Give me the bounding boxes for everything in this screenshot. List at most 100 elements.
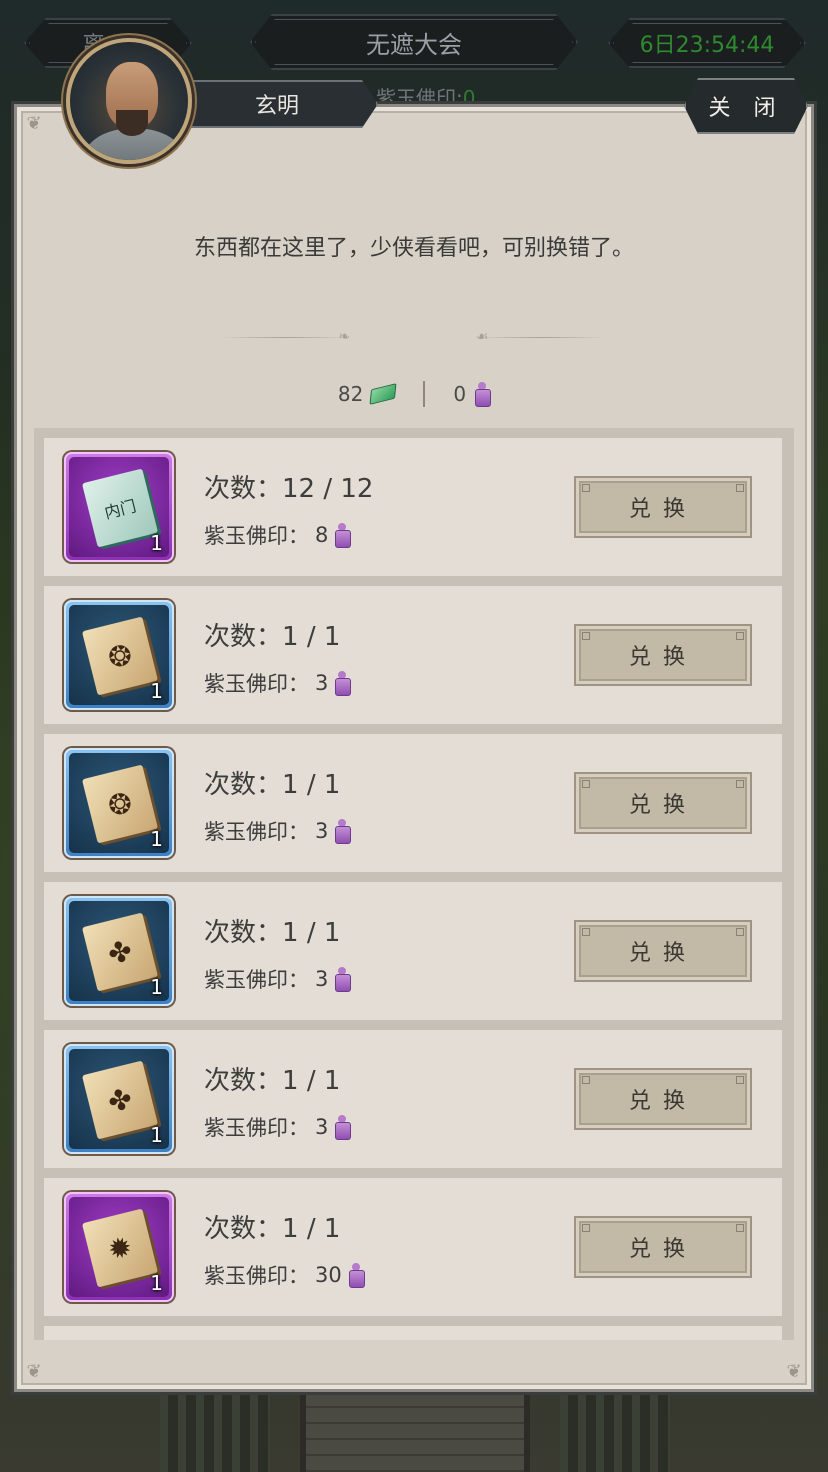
exchange-price: 紫玉佛印： 3 xyxy=(204,816,352,846)
times-value: 1 / 1 xyxy=(282,622,341,652)
list-item: ❂ 1 次数：1 / 1 紫玉佛印： 3 兑换 xyxy=(44,734,782,872)
list-item: 内门 1 次数：12 / 12 紫玉佛印： 8 兑换 xyxy=(44,438,782,576)
times-label: 次数： xyxy=(204,770,283,800)
item-count: 1 xyxy=(150,679,163,703)
timer-text: 6日23:54:44 xyxy=(639,33,775,58)
corner-ornament: ❦ xyxy=(786,1361,802,1382)
price-label: 紫玉佛印： xyxy=(204,672,309,696)
book-glyph: ✤ xyxy=(104,933,136,971)
npc-avatar xyxy=(66,38,192,164)
times-value: 1 / 1 xyxy=(282,918,341,948)
purple-seal-icon xyxy=(334,523,352,548)
list-item: ✤ 1 次数：1 / 1 紫玉佛印： 3 兑换 xyxy=(44,1030,782,1168)
exchange-label: 兑换 xyxy=(628,793,697,818)
exchange-price: 紫玉佛印： 30 xyxy=(204,1260,365,1290)
exchange-button[interactable]: 兑换 xyxy=(574,772,752,834)
wallet-row: 82 0 xyxy=(0,374,828,414)
times-label: 次数： xyxy=(204,622,283,652)
countdown-timer: 6日23:54:44 xyxy=(608,18,806,68)
exchange-button[interactable]: 兑换 xyxy=(574,1068,752,1130)
skill-book-icon: ✤ xyxy=(81,912,159,992)
exchange-times: 次数：1 / 1 xyxy=(204,1060,340,1097)
exchange-button[interactable]: 兑换 xyxy=(574,624,752,686)
item-count: 1 xyxy=(150,1123,163,1147)
book-glyph: ❂ xyxy=(104,637,136,675)
jade-balance: 82 xyxy=(337,382,397,406)
times-label: 次数： xyxy=(204,474,283,504)
times-value: 1 / 1 xyxy=(282,1066,341,1096)
price-label: 紫玉佛印： xyxy=(204,524,309,548)
purple-seal-icon xyxy=(334,819,352,844)
exchange-button[interactable]: 兑换 xyxy=(574,476,752,538)
item-count: 1 xyxy=(150,1271,163,1295)
price-label: 紫玉佛印： xyxy=(204,1116,309,1140)
exchange-price: 紫玉佛印： 3 xyxy=(204,668,352,698)
skill-book-icon: ✹ xyxy=(81,1208,159,1288)
price-value: 30 xyxy=(315,1263,342,1287)
item-icon-frame: ❂ 1 xyxy=(69,605,169,705)
npc-name: 玄明 xyxy=(254,94,299,119)
close-label: 关 闭 xyxy=(708,96,784,121)
book-glyph: ✤ xyxy=(104,1081,136,1119)
seal-balance: 0 xyxy=(453,382,492,407)
item-icon[interactable]: ✤ 1 xyxy=(64,896,174,1006)
book-glyph: ✹ xyxy=(104,1229,136,1267)
price-label: 紫玉佛印： xyxy=(204,820,309,844)
times-label: 次数： xyxy=(204,918,283,948)
divider-left: ❧ xyxy=(220,330,350,344)
price-value: 3 xyxy=(315,819,329,843)
event-title-text: 无遮大会 xyxy=(366,30,462,59)
item-icon[interactable]: 内门 1 xyxy=(64,452,174,562)
divider-right: ☙ xyxy=(476,330,606,344)
exchange-times: 次数：1 / 1 xyxy=(204,912,340,949)
exchange-label: 兑换 xyxy=(628,1237,697,1262)
times-value: 1 / 1 xyxy=(282,770,341,800)
list-item: ❂ 1 次数：1 / 1 紫玉佛印： 3 兑换 xyxy=(44,586,782,724)
item-icon-frame: ✤ 1 xyxy=(69,1049,169,1149)
times-value: 1 / 1 xyxy=(282,1214,341,1244)
jade-amount: 82 xyxy=(337,382,364,406)
skill-book-icon: ❂ xyxy=(81,764,159,844)
exchange-label: 兑换 xyxy=(628,1089,697,1114)
seal-amount: 0 xyxy=(453,382,467,406)
background-railing xyxy=(160,1392,270,1472)
price-label: 紫玉佛印： xyxy=(204,968,309,992)
wallet-separator xyxy=(423,381,426,407)
exchange-label: 兑换 xyxy=(628,645,697,670)
item-icon[interactable]: ✤ 1 xyxy=(64,1044,174,1154)
times-label: 次数： xyxy=(204,1066,283,1096)
npc-name-plate: 玄明 xyxy=(176,80,378,128)
book-glyph: 内门 xyxy=(102,496,139,523)
purple-seal-icon xyxy=(474,382,492,407)
exchange-button[interactable]: 兑换 xyxy=(574,920,752,982)
list-item-partial xyxy=(44,1326,782,1340)
item-count: 1 xyxy=(150,531,163,555)
item-icon[interactable]: ✹ 1 xyxy=(64,1192,174,1302)
exchange-label: 兑换 xyxy=(628,497,697,522)
npc-dialog: 东西都在这里了，少侠看看吧，可别换错了。 xyxy=(193,236,634,261)
purple-seal-icon xyxy=(348,1263,365,1288)
exchange-times: 次数：1 / 1 xyxy=(204,1208,340,1245)
background-stairs xyxy=(300,1392,530,1472)
item-icon[interactable]: ❂ 1 xyxy=(64,600,174,710)
price-label: 紫玉佛印： xyxy=(204,1264,309,1288)
list-item: ✹ 1 次数：1 / 1 紫玉佛印： 30 兑换 xyxy=(44,1178,782,1316)
exchange-button[interactable]: 兑换 xyxy=(574,1216,752,1278)
purple-seal-icon xyxy=(334,967,352,992)
skill-book-icon: ✤ xyxy=(81,1060,159,1140)
exchange-times: 次数：1 / 1 xyxy=(204,616,340,653)
corner-ornament: ❦ xyxy=(26,113,42,134)
exchange-price: 紫玉佛印： 8 xyxy=(204,520,352,550)
exchange-list[interactable]: 内门 1 次数：12 / 12 紫玉佛印： 8 兑换 ❂ 1 次数：1 / 1 紫… xyxy=(34,428,794,1340)
book-glyph: ❂ xyxy=(104,785,136,823)
price-value: 3 xyxy=(315,671,329,695)
price-value: 3 xyxy=(315,1115,329,1139)
item-icon[interactable]: ❂ 1 xyxy=(64,748,174,858)
item-icon-frame: ✤ 1 xyxy=(69,901,169,1001)
background-railing xyxy=(560,1392,670,1472)
item-icon-frame: ❂ 1 xyxy=(69,753,169,853)
list-item: ✤ 1 次数：1 / 1 紫玉佛印： 3 兑换 xyxy=(44,882,782,1020)
times-value: 12 / 12 xyxy=(282,474,374,504)
close-button[interactable]: 关 闭 xyxy=(684,78,808,134)
price-value: 3 xyxy=(315,967,329,991)
